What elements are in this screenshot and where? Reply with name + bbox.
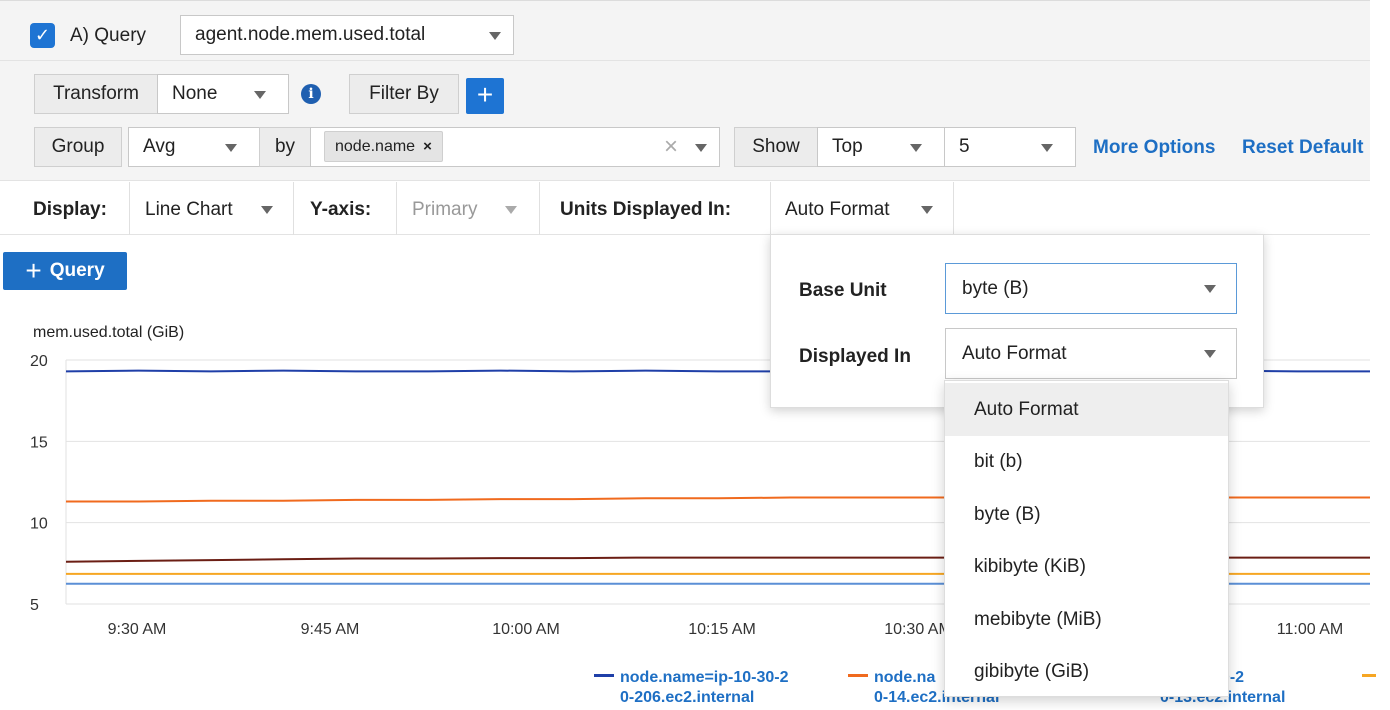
base-unit-label: Base Unit [799, 280, 887, 301]
show-count-value: 5 [959, 136, 970, 157]
transform-group-rows: Transform None Filter By Group Avg by Sh… [0, 61, 1370, 181]
yaxis-select[interactable]: Primary [412, 199, 477, 221]
show-order-value: Top [832, 136, 863, 157]
legend-swatch [594, 674, 614, 678]
chevron-down-icon [1041, 144, 1053, 152]
dropdown-option[interactable]: kibibyte (KiB) [945, 541, 1228, 594]
chevron-down-icon [1204, 285, 1216, 293]
metric-select-value: agent.node.mem.used.total [195, 24, 426, 45]
query-row: ✓ A) Query agent.node.mem.used.total [0, 1, 1370, 61]
displayed-in-select[interactable]: Auto Format [945, 328, 1237, 379]
chevron-down-icon [261, 206, 273, 214]
divider [770, 182, 771, 235]
y-tick-label: 20 [30, 353, 48, 370]
add-query-label: Query [49, 260, 105, 281]
group-by-chip-label: node.name [335, 137, 416, 155]
show-count-select[interactable]: 5 [944, 127, 1076, 167]
divider [953, 182, 954, 235]
plus-icon: + [25, 255, 42, 286]
info-icon[interactable]: i [301, 84, 321, 104]
divider [539, 182, 540, 235]
show-label: Show [734, 127, 818, 167]
displayed-in-label: Displayed In [799, 346, 911, 367]
add-query-button[interactable]: + Query [3, 252, 127, 290]
display-label: Display: [33, 199, 107, 220]
units-label: Units Displayed In: [560, 199, 732, 220]
dropdown-option[interactable]: gibibyte (GiB) [945, 646, 1228, 699]
legend-swatch [1362, 674, 1376, 678]
clear-icon[interactable]: × [664, 133, 678, 161]
x-tick-label: 10:30 AM [884, 621, 952, 638]
query-enabled-checkbox[interactable]: ✓ [30, 23, 55, 48]
chevron-down-icon [910, 144, 922, 152]
legend-label: node.name=ip-10-30-2 [620, 669, 789, 686]
group-by-chip: node.name × [324, 131, 443, 162]
close-icon[interactable]: × [423, 138, 432, 155]
chevron-down-icon [505, 206, 517, 214]
base-unit-select[interactable]: byte (B) [945, 263, 1237, 314]
query-editor-panel: ✓ A) Query agent.node.mem.used.total Tra… [0, 0, 1370, 235]
units-select[interactable]: Auto Format [785, 199, 890, 221]
legend-item[interactable]: node.name=ip-10-30-2 0-206.ec2.internal [594, 668, 789, 708]
display-type-select[interactable]: Line Chart [145, 199, 233, 221]
base-unit-value: byte (B) [962, 277, 1029, 299]
x-tick-label: 9:30 AM [108, 621, 167, 638]
reset-default-link[interactable]: Reset Default [1242, 137, 1363, 159]
metric-select[interactable]: agent.node.mem.used.total [180, 15, 514, 55]
transform-select-value: None [172, 83, 218, 104]
more-options-link[interactable]: More Options [1093, 137, 1215, 159]
divider [129, 182, 130, 235]
legend-label: node.na [874, 669, 936, 686]
legend-swatch [848, 674, 868, 678]
divider [396, 182, 397, 235]
add-filter-button[interactable]: + [466, 78, 504, 114]
show-order-select[interactable]: Top [817, 127, 945, 167]
dropdown-option[interactable]: bit (b) [945, 436, 1228, 489]
dropdown-option[interactable]: mebibyte (MiB) [945, 593, 1228, 646]
query-label: A) Query [70, 25, 147, 46]
chevron-down-icon [489, 32, 501, 40]
chevron-down-icon [254, 91, 266, 99]
x-tick-label: 10:15 AM [688, 621, 756, 638]
group-label: Group [34, 127, 122, 167]
group-by-label: by [259, 127, 311, 167]
legend-item[interactable] [1362, 668, 1382, 688]
y-tick-label: 15 [30, 434, 48, 451]
legend-label: 0-206.ec2.internal [620, 689, 755, 706]
chevron-down-icon [695, 144, 707, 152]
x-tick-label: 11:00 AM [1277, 621, 1343, 638]
displayed-in-value: Auto Format [962, 342, 1067, 364]
transform-label: Transform [34, 74, 158, 114]
dropdown-option[interactable]: byte (B) [945, 488, 1228, 541]
chevron-down-icon [1204, 350, 1216, 358]
chevron-down-icon [921, 206, 933, 214]
filter-by-label: Filter By [349, 74, 459, 114]
yaxis-label: Y-axis: [310, 199, 372, 220]
group-aggregation-select[interactable]: Avg [128, 127, 260, 167]
divider [293, 182, 294, 235]
x-tick-label: 10:00 AM [492, 621, 560, 638]
y-tick-label: 5 [30, 597, 39, 614]
displayed-in-dropdown: Auto Format bit (b) byte (B) kibibyte (KiB)… [944, 380, 1229, 697]
chevron-down-icon [225, 144, 237, 152]
transform-select[interactable]: None [157, 74, 289, 114]
dropdown-option[interactable]: Auto Format [945, 383, 1228, 436]
x-tick-label: 9:45 AM [301, 621, 360, 638]
group-aggregation-value: Avg [143, 136, 176, 157]
y-tick-label: 10 [30, 516, 48, 533]
